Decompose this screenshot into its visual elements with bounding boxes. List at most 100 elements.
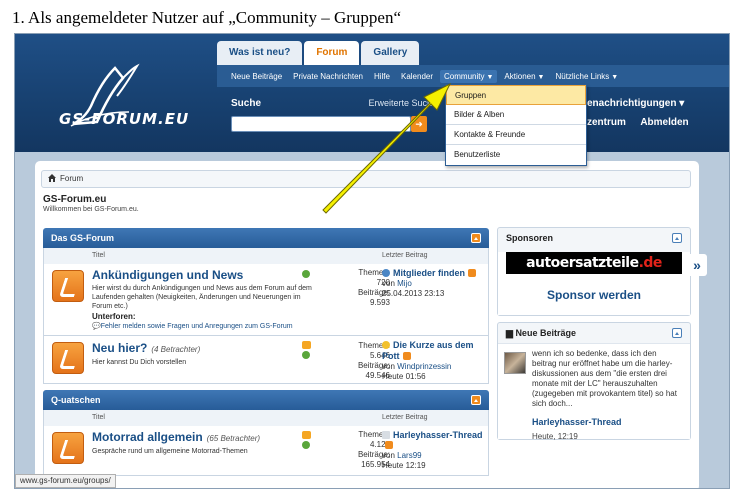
new-posts-box: ▆ Neue Beiträge wenn ich so bedenke, das… xyxy=(497,322,691,441)
collapse-icon[interactable] xyxy=(672,328,682,338)
main-content: Forum GS-Forum.eu Willkommen bei GS-Foru… xyxy=(35,161,699,488)
nav-neue-beitraege[interactable]: Neue Beiträge xyxy=(231,72,282,81)
rss-icon[interactable] xyxy=(302,341,311,349)
last-post: Harleyhasser-Thread von Lars99 Heute 12:… xyxy=(382,430,490,471)
sidebar-toggle-button[interactable]: » xyxy=(687,254,707,276)
column-last-post: Letzter Beitrag xyxy=(382,252,428,259)
search-icon: ➜ xyxy=(415,119,423,129)
go-to-post-icon[interactable] xyxy=(468,269,476,277)
posts-label: Beiträge: xyxy=(357,361,390,370)
nav-aktionen-label: Aktionen xyxy=(504,71,536,81)
nav-nuetzliche-links[interactable]: Nützliche Links ▼ xyxy=(555,72,618,81)
forum-row: Neu hier? (4 Betrachter) Hier kannst Du D… xyxy=(43,336,489,384)
tab-gallery[interactable]: Gallery xyxy=(361,41,420,65)
notifications-menu[interactable]: enachrichtigungen ▾ xyxy=(587,98,684,109)
sponsors-box: Sponsoren autoersatzteile.de Sponsor wer… xyxy=(497,227,691,316)
advanced-search-link[interactable]: Erweiterte Suche xyxy=(368,98,437,108)
become-sponsor-link[interactable]: Sponsor werden xyxy=(498,288,690,302)
menu-item-benutzerliste[interactable]: Benutzerliste xyxy=(446,145,586,165)
last-post-title[interactable]: Harleyhasser-Thread xyxy=(393,430,483,440)
menu-item-bilder-alben[interactable]: Bilder & Alben xyxy=(446,105,586,125)
search-area: Suche Erweiterte Suche ➜ xyxy=(231,98,437,132)
last-post-date: Heute 01:56 xyxy=(382,372,426,381)
posts-count: 49.546 xyxy=(365,371,390,380)
forum-title[interactable]: Neu hier? (4 Betrachter) xyxy=(92,341,200,355)
category-title[interactable]: Q-uatschen xyxy=(51,395,101,405)
by-label: von xyxy=(382,362,395,371)
forum-title-label: Neu hier? xyxy=(92,341,148,355)
check-icon xyxy=(302,351,310,359)
collapse-icon[interactable] xyxy=(672,233,682,243)
banner-name: autoersatzteile xyxy=(526,255,639,271)
forum-status-icon xyxy=(52,270,84,302)
gs-forum-logo[interactable] xyxy=(45,62,225,142)
breadcrumb: Forum xyxy=(41,170,691,188)
forum-description: Gespräche rund um allgemeine Motorrad-Th… xyxy=(92,448,248,455)
go-to-post-icon[interactable] xyxy=(385,441,393,449)
tab-was-ist-neu[interactable]: Was ist neu? xyxy=(217,41,303,65)
threads-label: Themen: xyxy=(358,430,390,439)
user-center-link[interactable]: zentrum xyxy=(587,117,626,128)
home-icon[interactable] xyxy=(48,174,56,182)
forum-title[interactable]: Motorrad allgemein (65 Betrachter) xyxy=(92,430,260,444)
menu-item-gruppen[interactable]: Gruppen xyxy=(446,85,586,105)
sponsor-banner[interactable]: autoersatzteile.de xyxy=(506,252,682,274)
forum-stats: Themen: 4.128 Beiträge: 165.954 xyxy=(314,430,390,470)
threads-label: Themen: xyxy=(358,341,390,350)
threads-count: 720 xyxy=(376,278,390,287)
forum-row: Motorrad allgemein (65 Betrachter) Gesprä… xyxy=(43,426,489,476)
forum-list: Das GS-Forum Titel Letzter Beitrag Ankün… xyxy=(43,228,489,476)
tab-forum[interactable]: Forum xyxy=(304,41,360,65)
nav-nuetzliche-links-label: Nützliche Links xyxy=(555,71,610,81)
menu-item-kontakte-freunde[interactable]: Kontakte & Freunde xyxy=(446,125,586,145)
category-title[interactable]: Das GS-Forum xyxy=(51,233,114,243)
nav-private-nachrichten[interactable]: Private Nachrichten xyxy=(293,72,363,81)
question-icon xyxy=(382,269,390,277)
nav-hilfe[interactable]: Hilfe xyxy=(374,72,390,81)
column-last-post: Letzter Beitrag xyxy=(382,414,428,421)
forum-viewers: (65 Betrachter) xyxy=(206,434,261,443)
subforum-link[interactable]: 💬Fehler melden sowie Fragen und Anregung… xyxy=(92,322,293,330)
post-time: Heute, 12:19 xyxy=(532,432,578,441)
last-post-user[interactable]: Windprinzessin xyxy=(397,362,451,371)
forum-title[interactable]: Ankündigungen und News xyxy=(92,268,243,282)
collapse-icon[interactable] xyxy=(471,233,481,243)
forum-description: Hier wirst du durch Ankündigungen und Ne… xyxy=(92,285,312,310)
nav-community[interactable]: Community ▼ xyxy=(440,69,498,83)
last-post-user[interactable]: Lars99 xyxy=(397,451,421,460)
by-label: von xyxy=(382,451,395,460)
post-thread-link[interactable]: Harleyhasser-Thread xyxy=(532,417,622,427)
sponsors-header: Sponsoren xyxy=(498,228,690,248)
avatar[interactable] xyxy=(504,352,526,374)
logo-wordmark: GS-FORUM.EU xyxy=(59,110,190,128)
forum-status-icon xyxy=(52,342,84,374)
search-input[interactable] xyxy=(231,116,411,132)
rss-icon[interactable] xyxy=(302,431,311,439)
nav-kalender[interactable]: Kalender xyxy=(401,72,433,81)
forum-stats: Themen: 720 Beiträge: 9.593 xyxy=(314,268,390,308)
account-links: zentrum Abmelden xyxy=(587,117,701,128)
forum-row: Ankündigungen und News Hier wirst du dur… xyxy=(43,264,489,336)
sponsors-body: autoersatzteile.de Sponsor werden xyxy=(498,252,690,315)
go-to-post-icon[interactable] xyxy=(402,352,411,360)
speech-bubble-icon: 💬 xyxy=(92,323,101,330)
last-post-date: Heute 12:19 xyxy=(382,461,426,470)
forum-stats: Themen: 5.646 Beiträge: 49.546 xyxy=(314,341,390,381)
breadcrumb-forum[interactable]: Forum xyxy=(60,174,83,183)
column-title: Titel xyxy=(92,414,105,421)
browser-status-bar: www.gs-forum.eu/groups/ xyxy=(15,474,116,488)
subforums-label: Unterforen: xyxy=(92,312,136,321)
new-posts-header: ▆ Neue Beiträge xyxy=(498,323,690,343)
search-button[interactable]: ➜ xyxy=(411,116,427,132)
logout-link[interactable]: Abmelden xyxy=(640,117,688,128)
collapse-icon[interactable] xyxy=(471,395,481,405)
forum-viewers: (4 Betrachter) xyxy=(151,345,201,354)
banner-tld: .de xyxy=(638,255,663,271)
last-post-title[interactable]: Mitglieder finden xyxy=(393,268,465,278)
check-icon xyxy=(302,270,310,278)
last-post-title[interactable]: Die Kurze aus dem Pott xyxy=(382,340,474,361)
last-post-user[interactable]: Mijo xyxy=(397,279,412,288)
nav-aktionen[interactable]: Aktionen ▼ xyxy=(504,72,544,81)
category-header: Q-uatschen xyxy=(43,390,489,410)
threads-count: 4.128 xyxy=(369,440,390,449)
